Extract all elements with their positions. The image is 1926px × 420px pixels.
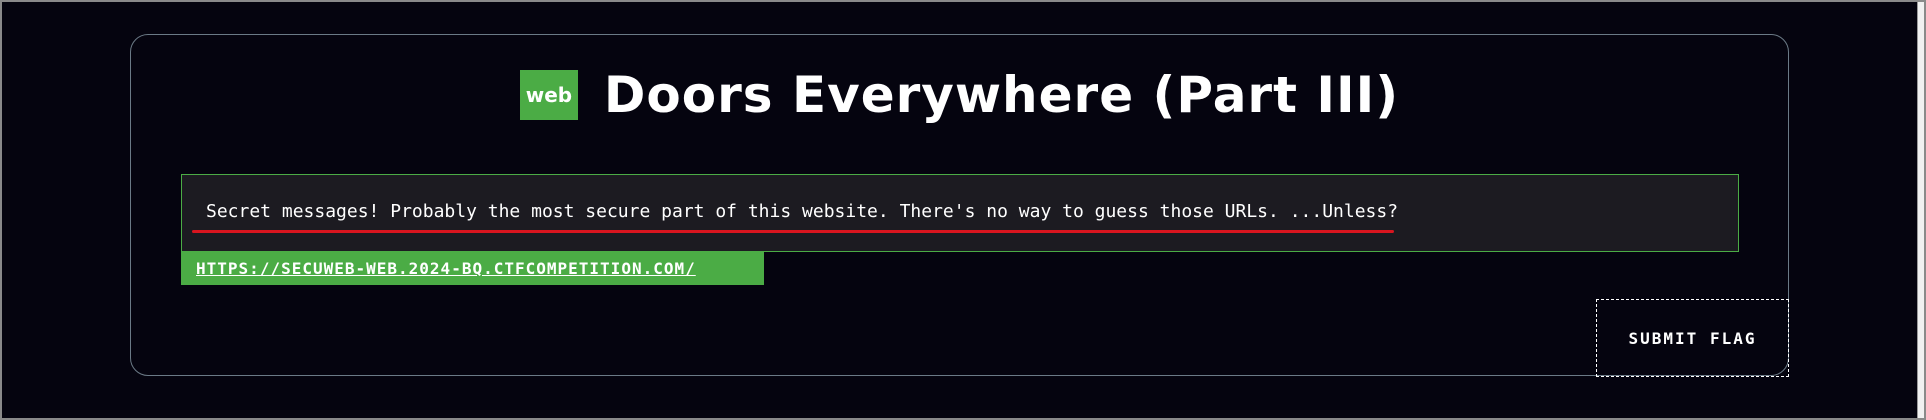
red-underline-annotation — [192, 230, 1394, 233]
challenge-header: web Doors Everywhere (Part III) — [131, 65, 1788, 125]
challenge-description-box: Secret messages! Probably the most secur… — [181, 174, 1739, 252]
challenge-title: Doors Everywhere (Part III) — [603, 66, 1400, 124]
submit-flag-button[interactable]: SUBMIT FLAG — [1596, 299, 1789, 377]
challenge-description: Secret messages! Probably the most secur… — [206, 201, 1399, 222]
category-badge: web — [519, 70, 578, 120]
challenge-card: web Doors Everywhere (Part III) Secret m… — [130, 34, 1789, 377]
browser-viewport: web Doors Everywhere (Part III) Secret m… — [0, 0, 1926, 420]
challenge-url-link[interactable]: HTTPS://SECUWEB-WEB.2024-BQ.CTFCOMPETITI… — [181, 252, 764, 285]
scrollbar[interactable] — [1917, 2, 1924, 418]
